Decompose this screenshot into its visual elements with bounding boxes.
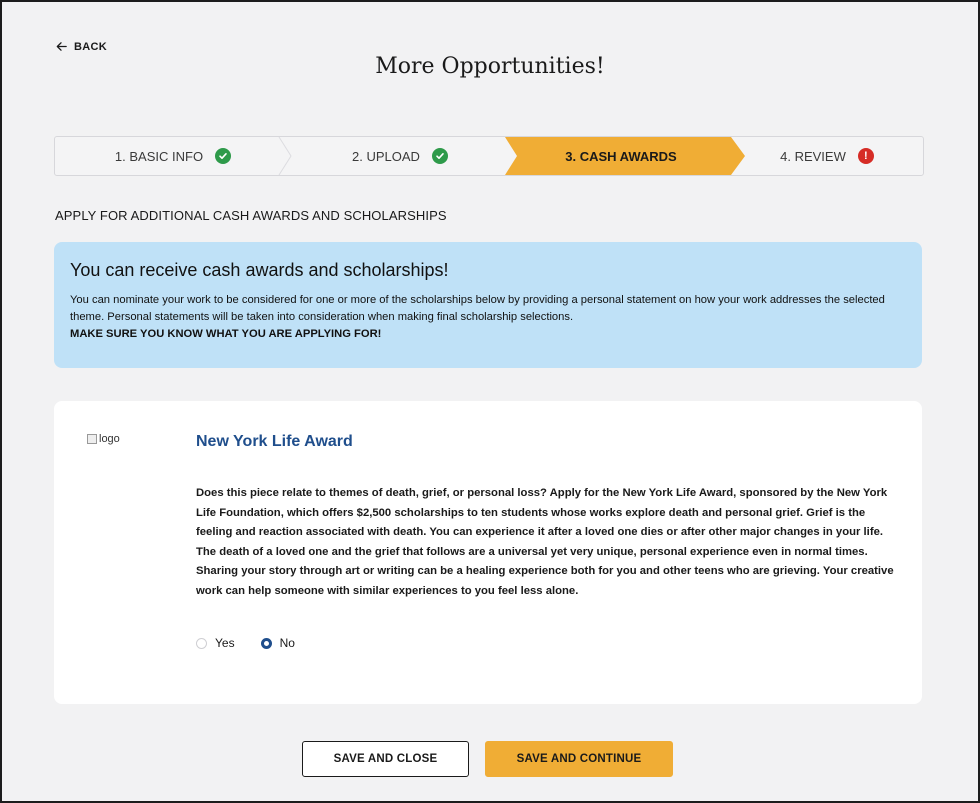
check-circle-icon — [215, 148, 232, 164]
info-callout: You can receive cash awards and scholars… — [54, 242, 922, 368]
step-review[interactable]: 4. REVIEW ! — [731, 137, 923, 175]
page-title: More Opportunities! — [375, 54, 605, 79]
radio-option-yes[interactable]: Yes — [196, 636, 235, 650]
step-label: 2. UPLOAD — [352, 148, 420, 164]
step-label: 3. CASH AWARDS — [565, 148, 677, 164]
step-upload[interactable]: 2. UPLOAD — [291, 137, 509, 175]
radio-label: No — [279, 636, 295, 650]
info-title: You can receive cash awards and scholars… — [70, 260, 449, 280]
award-apply-radio-group: Yes No — [196, 636, 295, 650]
radio-button[interactable] — [260, 637, 272, 649]
back-label: BACK — [74, 40, 107, 53]
page-frame: BACK More Opportunities! 1. BASIC INFO 2… — [0, 0, 980, 803]
award-title: New York Life Award — [196, 433, 353, 450]
radio-label: Yes — [215, 636, 235, 650]
progress-stepper: 1. BASIC INFO 2. UPLOAD 3. CASH AWARDS 4… — [54, 136, 924, 176]
save-and-close-button[interactable]: SAVE AND CLOSE — [302, 741, 469, 777]
back-link[interactable]: BACK — [55, 40, 107, 53]
step-label: 1. BASIC INFO — [114, 148, 204, 164]
save-and-continue-button[interactable]: SAVE AND CONTINUE — [485, 741, 673, 777]
radio-option-no[interactable]: No — [260, 636, 295, 650]
radio-button[interactable] — [196, 637, 207, 649]
step-basic-info[interactable]: 1. BASIC INFO — [55, 137, 292, 175]
info-text: You can nominate your work to be conside… — [70, 292, 906, 343]
info-warning: MAKE SURE YOU KNOW WHAT YOU ARE APPLYING… — [70, 328, 382, 340]
step-label: 4. REVIEW — [780, 148, 846, 164]
error-icon: ! — [857, 148, 874, 164]
award-description: Does this piece relate to themes of deat… — [196, 487, 894, 597]
logo-alt-text: logo — [99, 433, 120, 445]
award-logo: logo — [87, 433, 120, 445]
section-heading: APPLY FOR ADDITIONAL CASH AWARDS AND SCH… — [55, 208, 447, 223]
arrow-left-icon — [56, 42, 67, 51]
check-circle-icon — [431, 148, 448, 164]
award-card: logo New York Life Award Does this piece… — [54, 401, 922, 704]
step-cash-awards[interactable]: 3. CASH AWARDS — [505, 137, 737, 175]
step-divider — [278, 137, 292, 175]
info-body: You can nominate your work to be conside… — [70, 294, 885, 323]
broken-image-icon — [87, 434, 97, 444]
